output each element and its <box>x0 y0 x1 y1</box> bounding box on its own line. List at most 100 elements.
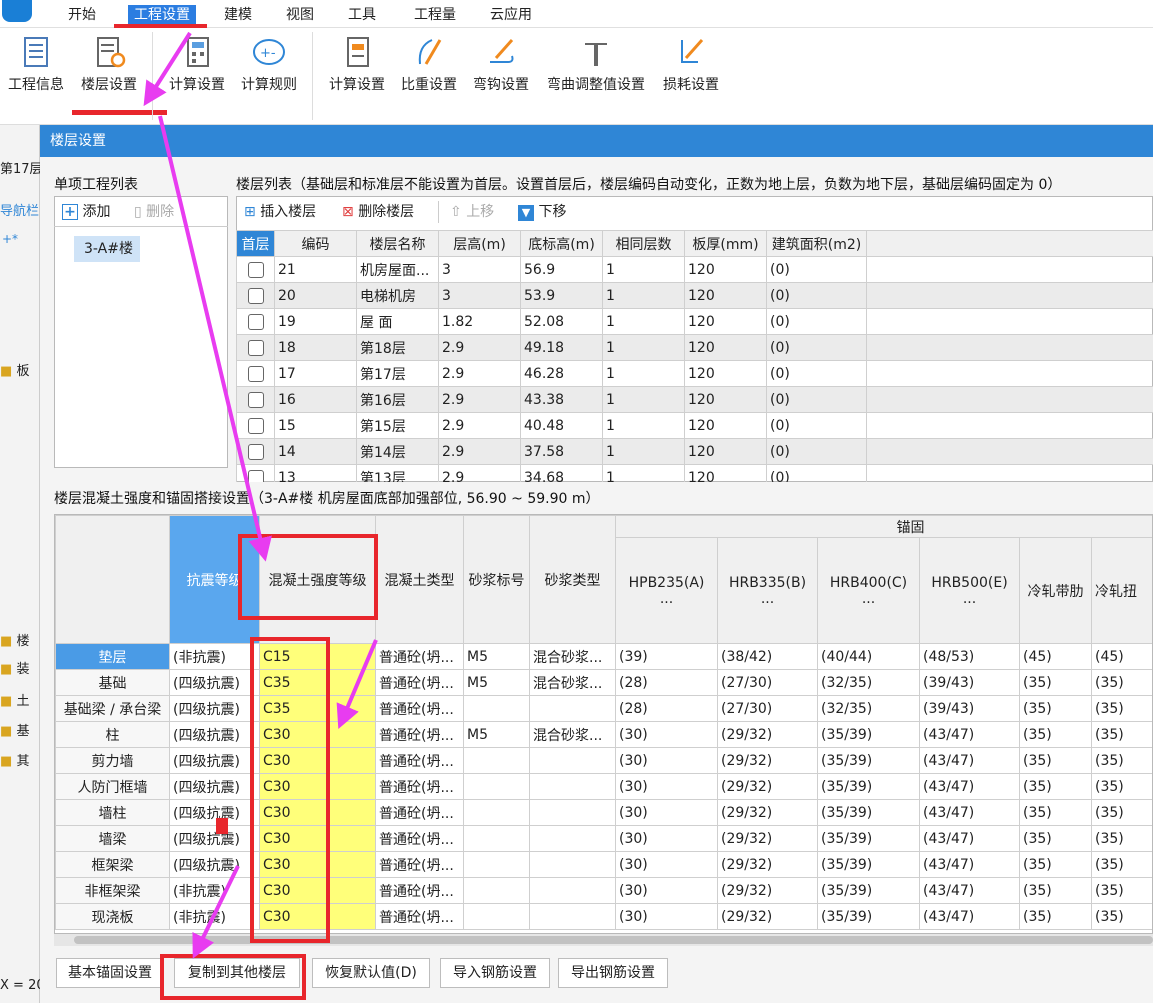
cell-seismic[interactable]: (非抗震) <box>169 643 260 670</box>
move-down-button[interactable]: ▼ 下移 <box>518 201 566 223</box>
cell-mortar-grade[interactable]: M5 <box>463 721 530 748</box>
first-floor-checkbox[interactable] <box>247 469 264 482</box>
menu-project-settings[interactable]: 工程设置 <box>128 5 196 25</box>
ellipsis[interactable]: ... <box>619 591 714 607</box>
cell-anchor-value[interactable]: (30) <box>615 851 718 878</box>
cell-anchor-value[interactable]: (27/30) <box>717 695 818 722</box>
move-up-button[interactable]: ⇧ 上移 <box>450 201 494 223</box>
cell-anchor-value[interactable]: (28) <box>615 669 718 696</box>
cell-name[interactable]: 第18层 <box>356 334 439 361</box>
add-unit-button[interactable]: + 添加 <box>62 201 110 223</box>
first-floor-checkbox[interactable] <box>247 339 264 356</box>
cell-same[interactable]: 1 <box>602 386 685 413</box>
cell-anchor-value[interactable]: (35) <box>1019 695 1092 722</box>
cell-anchor-value[interactable]: (43/47) <box>919 903 1020 930</box>
cell-elevation[interactable]: 49.18 <box>520 334 603 361</box>
cell-concrete-type[interactable]: 普通砼(坍... <box>375 825 464 852</box>
cell-same[interactable]: 1 <box>602 282 685 309</box>
cell-elevation[interactable]: 34.68 <box>520 464 603 482</box>
cell-mortar-type[interactable] <box>529 877 616 904</box>
cell-anchor-value[interactable]: (32/35) <box>817 669 920 696</box>
first-floor-cell[interactable] <box>236 412 275 439</box>
cell-anchor-value[interactable]: (35) <box>1090 669 1152 696</box>
cell-anchor-value[interactable]: (35/39) <box>817 799 920 826</box>
cell-height[interactable]: 2.9 <box>438 334 521 361</box>
import-rebar-settings-button[interactable]: 导入钢筋设置 <box>440 958 550 988</box>
first-floor-cell[interactable] <box>236 360 275 387</box>
export-rebar-settings-button[interactable]: 导出钢筋设置 <box>558 958 668 988</box>
ribbon-loss-settings-button[interactable]: 损耗设置 <box>656 36 726 106</box>
concrete-row[interactable]: 基础 (四级抗震) C35 普通砼(坍... M5 混合砂浆... (28) (27/30)(… <box>55 669 1152 696</box>
first-floor-cell[interactable] <box>236 464 275 482</box>
first-floor-checkbox[interactable] <box>247 313 264 330</box>
cell-anchor-value[interactable]: (27/30) <box>717 669 818 696</box>
nav-item-3[interactable]: ■ 土 <box>0 690 40 708</box>
cell-anchor-value[interactable]: (43/47) <box>919 851 1020 878</box>
menu-view[interactable]: 视图 <box>286 5 314 25</box>
cell-anchor-value[interactable]: (43/47) <box>919 773 1020 800</box>
cell-anchor-value[interactable]: (39) <box>615 643 718 670</box>
cell-anchor-value[interactable]: (43/47) <box>919 721 1020 748</box>
cell-anchor-value[interactable]: (43/47) <box>919 877 1020 904</box>
cell-same[interactable]: 1 <box>602 334 685 361</box>
cell-elevation[interactable]: 52.08 <box>520 308 603 335</box>
cell-same[interactable]: 1 <box>602 308 685 335</box>
floor-row[interactable]: 17 第17层 2.9 46.28 1 120 (0) <box>236 360 1153 387</box>
cell-anchor-value[interactable]: (35) <box>1090 721 1152 748</box>
cell-elevation[interactable]: 53.9 <box>520 282 603 309</box>
cell-anchor-value[interactable]: (29/32) <box>717 721 818 748</box>
cell-seismic[interactable]: (四级抗震) <box>169 773 260 800</box>
ribbon-rebar-calc-settings-button[interactable]: 计算设置 <box>324 36 390 106</box>
cell-anchor-value[interactable]: (35) <box>1019 903 1092 930</box>
cell-anchor-value[interactable]: (35) <box>1090 851 1152 878</box>
cell-mortar-grade[interactable]: M5 <box>463 669 530 696</box>
cell-height[interactable]: 2.9 <box>438 438 521 465</box>
cell-name[interactable]: 机房屋面... <box>356 256 439 283</box>
floor-row[interactable]: 20 电梯机房 3 53.9 1 120 (0) <box>236 282 1153 309</box>
cell-elevation[interactable]: 46.28 <box>520 360 603 387</box>
cell-mortar-type[interactable] <box>529 825 616 852</box>
cell-mortar-grade[interactable] <box>463 903 530 930</box>
cell-anchor-value[interactable]: (29/32) <box>717 747 818 774</box>
cell-area[interactable]: (0) <box>766 334 867 361</box>
cell-name[interactable]: 第16层 <box>356 386 439 413</box>
floor-tab[interactable]: 第17层 <box>0 158 40 178</box>
floor-row[interactable]: 14 第14层 2.9 37.58 1 120 (0) <box>236 438 1153 465</box>
cell-anchor-value[interactable]: (39/43) <box>919 669 1020 696</box>
ribbon-calc-settings-button[interactable]: 计算设置 <box>164 36 230 106</box>
cell-seismic[interactable]: (四级抗震) <box>169 695 260 722</box>
floor-row[interactable]: 16 第16层 2.9 43.38 1 120 (0) <box>236 386 1153 413</box>
cell-mortar-grade[interactable] <box>463 695 530 722</box>
cell-concrete-type[interactable]: 普通砼(坍... <box>375 747 464 774</box>
cell-anchor-value[interactable]: (29/32) <box>717 825 818 852</box>
cell-area[interactable]: (0) <box>766 256 867 283</box>
concrete-row[interactable]: 人防门框墙 (四级抗震) C30 普通砼(坍... (30) (29/32) (35/39)… <box>55 773 1152 800</box>
cell-anchor-value[interactable]: (35/39) <box>817 721 920 748</box>
cell-anchor-value[interactable]: (35) <box>1090 799 1152 826</box>
cell-concrete-type[interactable]: 普通砼(坍... <box>375 903 464 930</box>
menu-quantities[interactable]: 工程量 <box>414 5 456 25</box>
cell-concrete-type[interactable]: 普通砼(坍... <box>375 695 464 722</box>
first-floor-checkbox[interactable] <box>247 391 264 408</box>
cell-anchor-value[interactable]: (30) <box>615 825 718 852</box>
cell-mortar-type[interactable] <box>529 747 616 774</box>
cell-anchor-value[interactable]: (35) <box>1019 799 1092 826</box>
nav-item-slab[interactable]: ■ 板 <box>0 360 40 378</box>
ellipsis[interactable]: ... <box>721 591 814 607</box>
cell-anchor-value[interactable]: (35/39) <box>817 877 920 904</box>
cell-anchor-value[interactable]: (35) <box>1090 695 1152 722</box>
nav-item-4[interactable]: ■ 基 <box>0 720 40 738</box>
cell-anchor-value[interactable]: (35) <box>1090 773 1152 800</box>
cell-anchor-value[interactable]: (35/39) <box>817 851 920 878</box>
ribbon-bend-adjust-button[interactable]: 弯曲调整值设置 <box>540 36 652 106</box>
ribbon-weight-settings-button[interactable]: 比重设置 <box>396 36 462 106</box>
cell-anchor-value[interactable]: (28) <box>615 695 718 722</box>
cell-seismic[interactable]: (四级抗震) <box>169 799 260 826</box>
cell-mortar-grade[interactable] <box>463 877 530 904</box>
cell-anchor-value[interactable]: (35/39) <box>817 747 920 774</box>
first-floor-cell[interactable] <box>236 282 275 309</box>
cell-mortar-type[interactable]: 混合砂浆... <box>529 721 616 748</box>
cell-anchor-value[interactable]: (35/39) <box>817 903 920 930</box>
cell-anchor-value[interactable]: (35) <box>1019 747 1092 774</box>
cell-concrete-type[interactable]: 普通砼(坍... <box>375 773 464 800</box>
